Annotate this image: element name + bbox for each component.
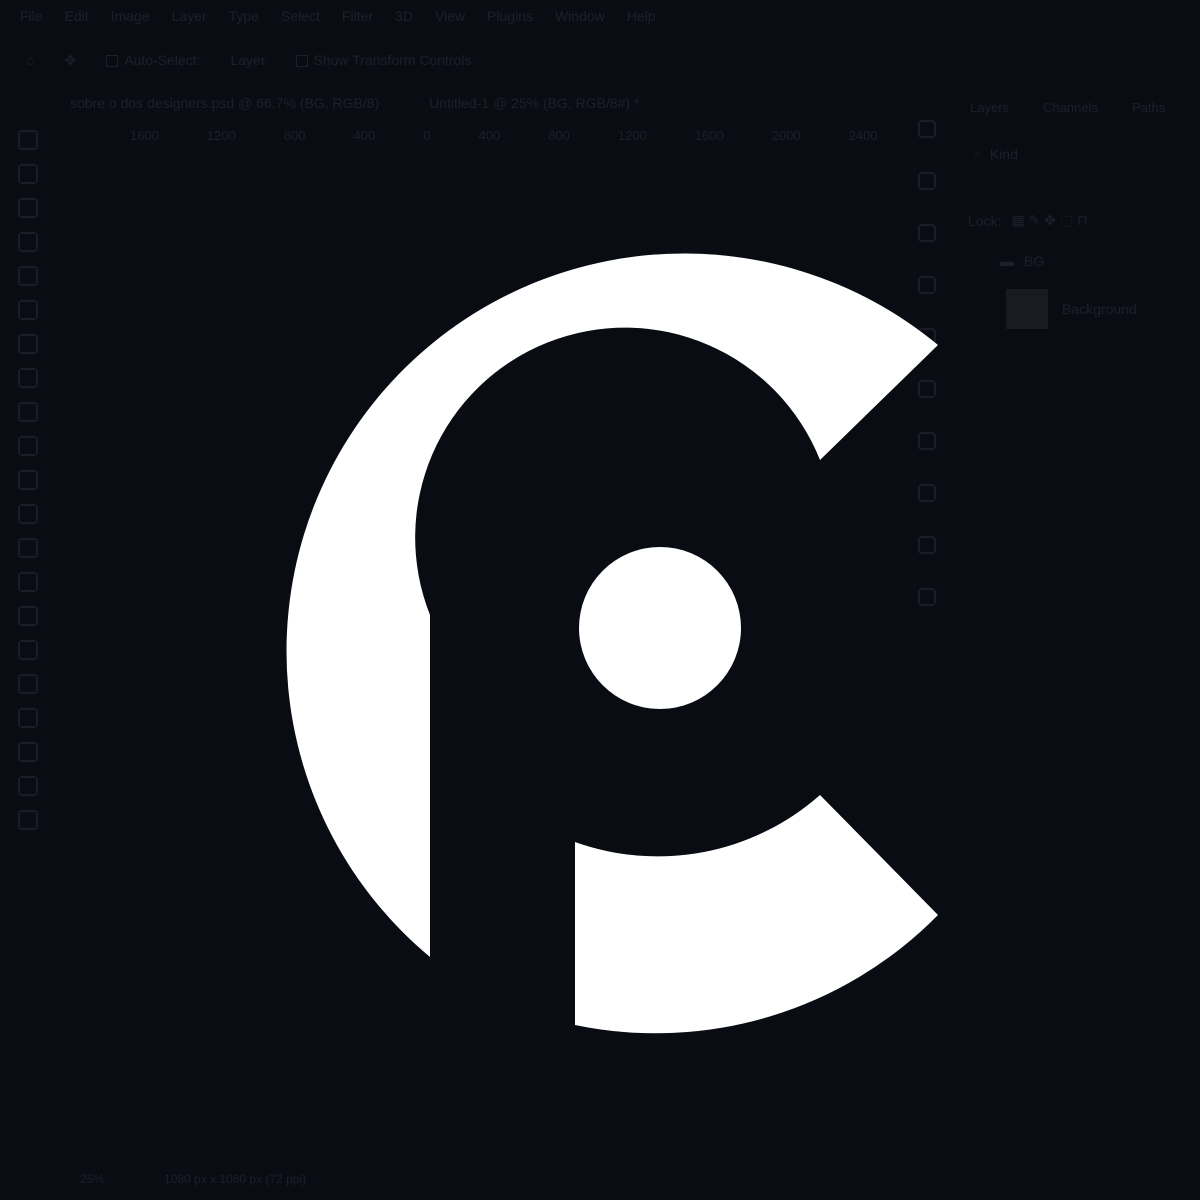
logo <box>286 253 938 1034</box>
logo-c-lower-arm <box>575 795 938 1034</box>
logo-dot <box>579 547 741 709</box>
app-window: { "colors": { "background": "#0a0c13", "… <box>0 0 1200 1200</box>
